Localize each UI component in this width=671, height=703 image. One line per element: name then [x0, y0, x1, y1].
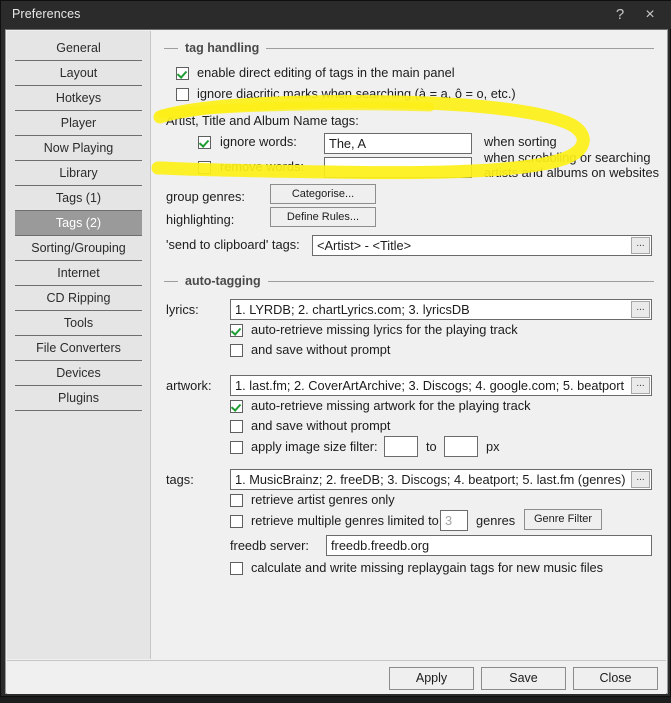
- send-to-clipboard-value: <Artist> - <Title>: [317, 238, 412, 253]
- label-auto-retrieve-lyrics: auto-retrieve missing lyrics for the pla…: [251, 322, 518, 337]
- send-to-clipboard-browse-icon[interactable]: ...: [631, 237, 650, 254]
- label-send-to-clipboard: 'send to clipboard' tags:: [166, 237, 300, 252]
- sidebar-item-file-converters[interactable]: File Converters: [15, 336, 142, 361]
- label-ignore-words: ignore words:: [220, 134, 297, 149]
- tags-sources-value: 1. MusicBrainz; 2. freeDB; 3. Discogs; 4…: [235, 472, 626, 487]
- preferences-window: Preferences ? × General Layout Hotkeys P…: [0, 0, 671, 697]
- freedb-server-input[interactable]: freedb.freedb.org: [326, 535, 652, 556]
- lyrics-sources-input[interactable]: 1. LYRDB; 2. chartLyrics.com; 3. lyricsD…: [230, 299, 652, 320]
- artwork-browse-icon[interactable]: ...: [631, 377, 650, 394]
- label-retrieve-multiple-genres: retrieve multiple genres limited to:: [251, 513, 443, 528]
- screenshot-root: Preferences ? × General Layout Hotkeys P…: [0, 0, 671, 703]
- remove-words-input[interactable]: [324, 157, 472, 178]
- define-rules-button[interactable]: Define Rules...: [270, 207, 376, 227]
- checkbox-auto-retrieve-artwork[interactable]: [230, 400, 243, 413]
- window-title: Preferences: [12, 7, 81, 21]
- label-lyrics-save-without-prompt: and save without prompt: [251, 342, 391, 357]
- close-button[interactable]: Close: [573, 667, 658, 690]
- image-size-min-input[interactable]: [384, 436, 418, 457]
- label-when-scrobbling: when scrobbling or searching artists and…: [484, 150, 659, 180]
- checkbox-retrieve-artist-genres-only[interactable]: [230, 494, 243, 507]
- group-rule-right-2: [267, 280, 654, 282]
- image-size-max-input[interactable]: [444, 436, 478, 457]
- label-size-filter-to: to: [426, 439, 437, 454]
- sidebar-item-tools[interactable]: Tools: [15, 311, 142, 336]
- sidebar-item-tags-2[interactable]: Tags (2): [15, 211, 142, 236]
- label-genres-unit: genres: [476, 513, 516, 528]
- label-size-filter-unit: px: [486, 439, 500, 454]
- ignore-words-input[interactable]: The, A: [324, 133, 472, 154]
- label-lyrics: lyrics:: [166, 302, 199, 317]
- label-artwork-save-without-prompt: and save without prompt: [251, 418, 391, 433]
- lyrics-browse-icon[interactable]: ...: [631, 301, 650, 318]
- label-apply-image-size-filter: apply image size filter:: [251, 439, 378, 454]
- close-icon[interactable]: ×: [637, 3, 663, 27]
- label-retrieve-artist-genres-only: retrieve artist genres only: [251, 492, 395, 507]
- group-title-auto-tagging: auto-tagging: [185, 274, 261, 288]
- checkbox-ignore-diacritic[interactable]: [176, 88, 189, 101]
- group-header-auto-tagging: auto-tagging: [164, 274, 654, 288]
- checkbox-artwork-save-without-prompt[interactable]: [230, 420, 243, 433]
- sidebar-item-cd-ripping[interactable]: CD Ripping: [15, 286, 142, 311]
- title-bar: Preferences ? ×: [1, 1, 671, 29]
- group-dash-left: [164, 47, 178, 49]
- settings-category-list: General Layout Hotkeys Player Now Playin…: [7, 31, 151, 659]
- label-ignore-diacritic: ignore diacritic marks when searching (à…: [197, 86, 516, 101]
- checkbox-lyrics-save-without-prompt[interactable]: [230, 344, 243, 357]
- checkbox-remove-words[interactable]: [198, 161, 211, 174]
- label-remove-words: remove words:: [220, 159, 304, 174]
- sidebar-item-devices[interactable]: Devices: [15, 361, 142, 386]
- checkbox-apply-image-size-filter[interactable]: [230, 441, 243, 454]
- sidebar-item-layout[interactable]: Layout: [15, 61, 142, 86]
- group-dash-left-2: [164, 280, 178, 282]
- label-enable-direct-editing: enable direct editing of tags in the mai…: [197, 65, 455, 80]
- label-freedb-server: freedb server:: [230, 538, 309, 553]
- artwork-sources-input[interactable]: 1. last.fm; 2. CoverArtArchive; 3. Disco…: [230, 375, 652, 396]
- group-title-tag-handling: tag handling: [185, 41, 260, 55]
- checkbox-replaygain[interactable]: [230, 562, 243, 575]
- genre-filter-button[interactable]: Genre Filter: [524, 509, 602, 530]
- sidebar-item-internet[interactable]: Internet: [15, 261, 142, 286]
- send-to-clipboard-input[interactable]: <Artist> - <Title> ...: [312, 235, 652, 256]
- sidebar-item-plugins[interactable]: Plugins: [15, 386, 142, 411]
- genre-count-input[interactable]: 3: [440, 510, 468, 531]
- label-highlighting: highlighting:: [166, 212, 235, 227]
- group-rule-right: [266, 47, 654, 49]
- sidebar-item-tags-1[interactable]: Tags (1): [15, 186, 142, 211]
- sidebar-item-hotkeys[interactable]: Hotkeys: [15, 86, 142, 111]
- save-button[interactable]: Save: [481, 667, 566, 690]
- sidebar-item-player[interactable]: Player: [15, 111, 142, 136]
- client-area: General Layout Hotkeys Player Now Playin…: [5, 29, 668, 694]
- checkbox-retrieve-multiple-genres[interactable]: [230, 515, 243, 528]
- label-group-genres: group genres:: [166, 189, 245, 204]
- label-name-tags: Artist, Title and Album Name tags:: [166, 113, 359, 128]
- checkbox-ignore-words[interactable]: [198, 136, 211, 149]
- tags-sources-input[interactable]: 1. MusicBrainz; 2. freeDB; 3. Discogs; 4…: [230, 469, 652, 490]
- categorise-button[interactable]: Categorise...: [270, 184, 376, 204]
- dialog-footer: Apply Save Close: [7, 660, 666, 694]
- checkbox-auto-retrieve-lyrics[interactable]: [230, 324, 243, 337]
- settings-content-pane: tag handling enable direct editing of ta…: [152, 31, 667, 659]
- sidebar-item-library[interactable]: Library: [15, 161, 142, 186]
- label-auto-retrieve-artwork: auto-retrieve missing artwork for the pl…: [251, 398, 531, 413]
- sidebar-item-sorting-grouping[interactable]: Sorting/Grouping: [15, 236, 142, 261]
- sidebar-item-general[interactable]: General: [15, 36, 142, 61]
- tags-browse-icon[interactable]: ...: [631, 471, 650, 488]
- sidebar-item-now-playing[interactable]: Now Playing: [15, 136, 142, 161]
- artwork-sources-value: 1. last.fm; 2. CoverArtArchive; 3. Disco…: [235, 378, 625, 393]
- group-header-tag-handling: tag handling: [164, 41, 654, 55]
- label-replaygain: calculate and write missing replaygain t…: [251, 560, 604, 575]
- label-when-sorting: when sorting: [484, 134, 557, 149]
- lyrics-sources-value: 1. LYRDB; 2. chartLyrics.com; 3. lyricsD…: [235, 302, 470, 317]
- label-artwork: artwork:: [166, 378, 212, 393]
- apply-button[interactable]: Apply: [389, 667, 474, 690]
- label-tags: tags:: [166, 472, 194, 487]
- help-icon[interactable]: ?: [607, 3, 633, 27]
- checkbox-enable-direct-editing[interactable]: [176, 67, 189, 80]
